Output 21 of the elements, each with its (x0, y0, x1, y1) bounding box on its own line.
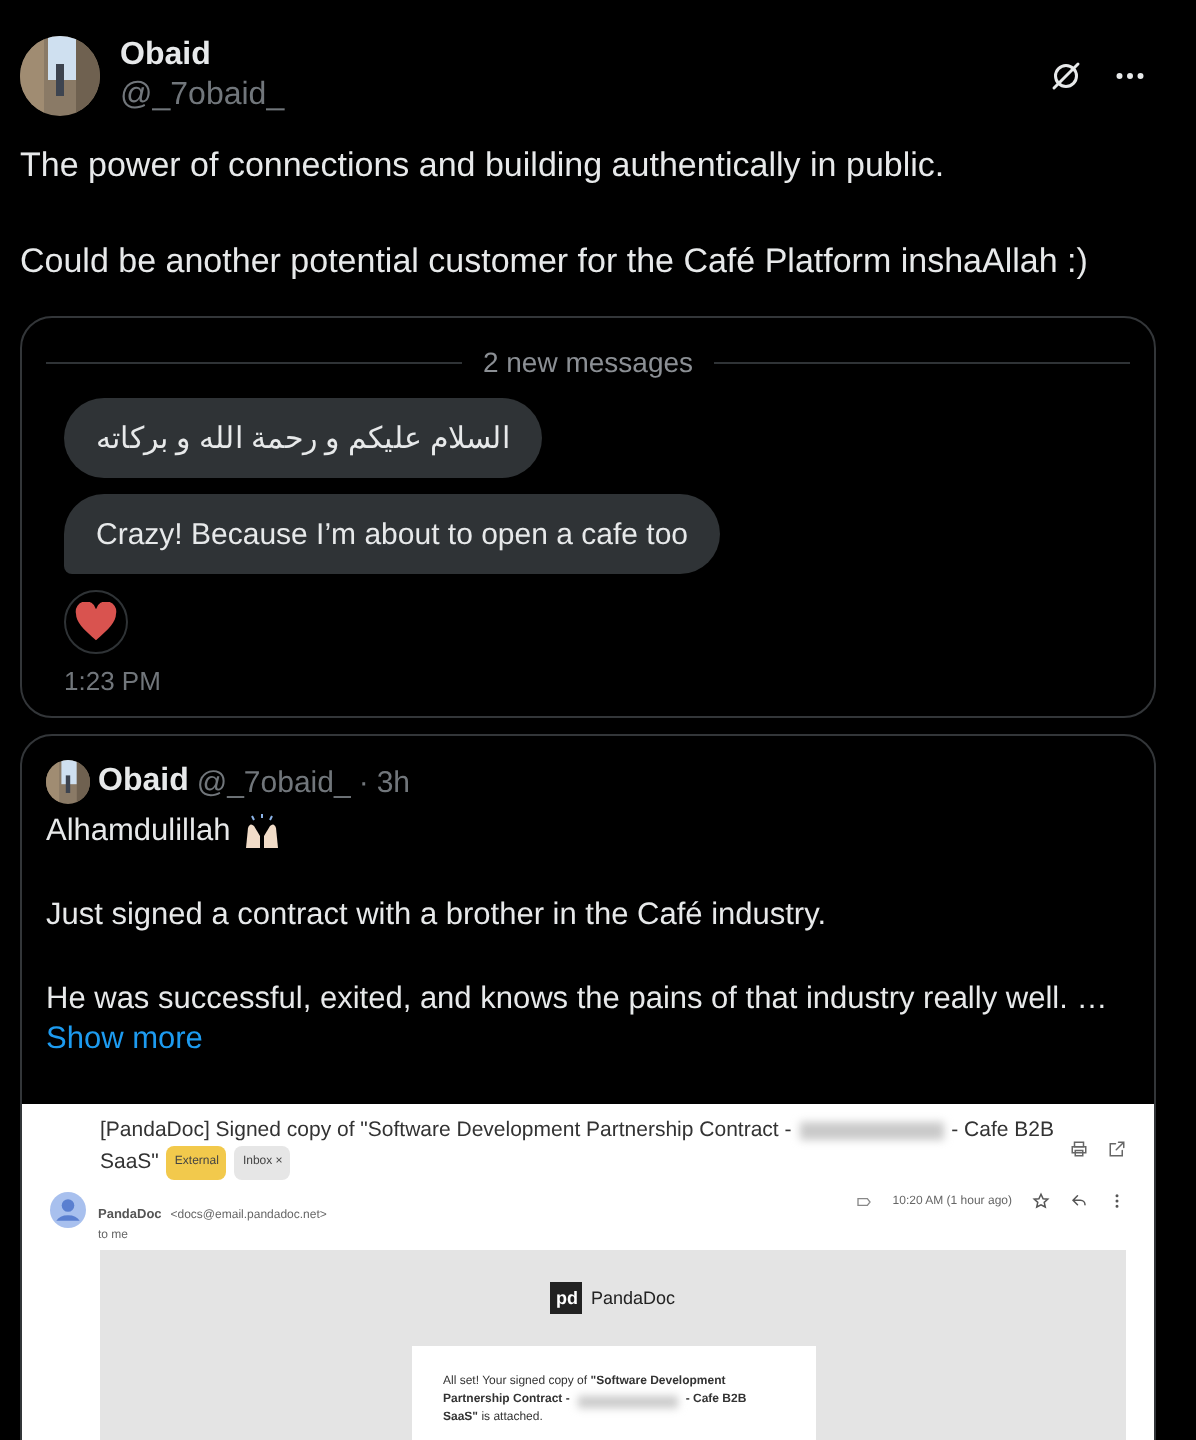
post-text: The power of connections and building authentically in public. (20, 144, 947, 188)
quoted-post-text: He was successful, exited, and knows the pains of that industry really well. … (46, 980, 1110, 1020)
separator-dot: · (358, 765, 369, 799)
quoted-post-text: Just signed a contract with a brother in the Café industry. (46, 896, 828, 936)
author-name[interactable]: Obaid (120, 36, 1028, 76)
logo-text: PandaDoc (590, 1288, 676, 1308)
quoted-author-handle: @_7obaid_ (196, 765, 351, 799)
quoted-author-name: Obaid (98, 764, 189, 800)
post-age: 3h (376, 765, 410, 799)
quoted-post-text: Alhamdulillah (46, 812, 231, 852)
email-subject: [PandaDoc] Signed copy of "Software Development Partnership Contract - (100, 1116, 792, 1146)
message-time: 1:23 PM (64, 666, 163, 696)
author-handle[interactable]: @_7obaid_ (120, 76, 1028, 116)
message-bubble: Crazy! Because I’m about to open a cafe too (64, 494, 721, 574)
message-bubble: السلام عليكم و رحمة الله و بركاته (64, 398, 543, 478)
email-subject: - Cafe B2B (951, 1116, 1054, 1146)
new-messages-divider: 2 new messages (482, 346, 694, 378)
show-more-link[interactable]: Show more (22, 1022, 227, 1056)
logo-mark: pd (550, 1282, 583, 1314)
post-text: Could be another potential customer for the Café Platform inshaAllah :) (20, 240, 1090, 284)
email-subject: SaaS" (100, 1148, 159, 1178)
